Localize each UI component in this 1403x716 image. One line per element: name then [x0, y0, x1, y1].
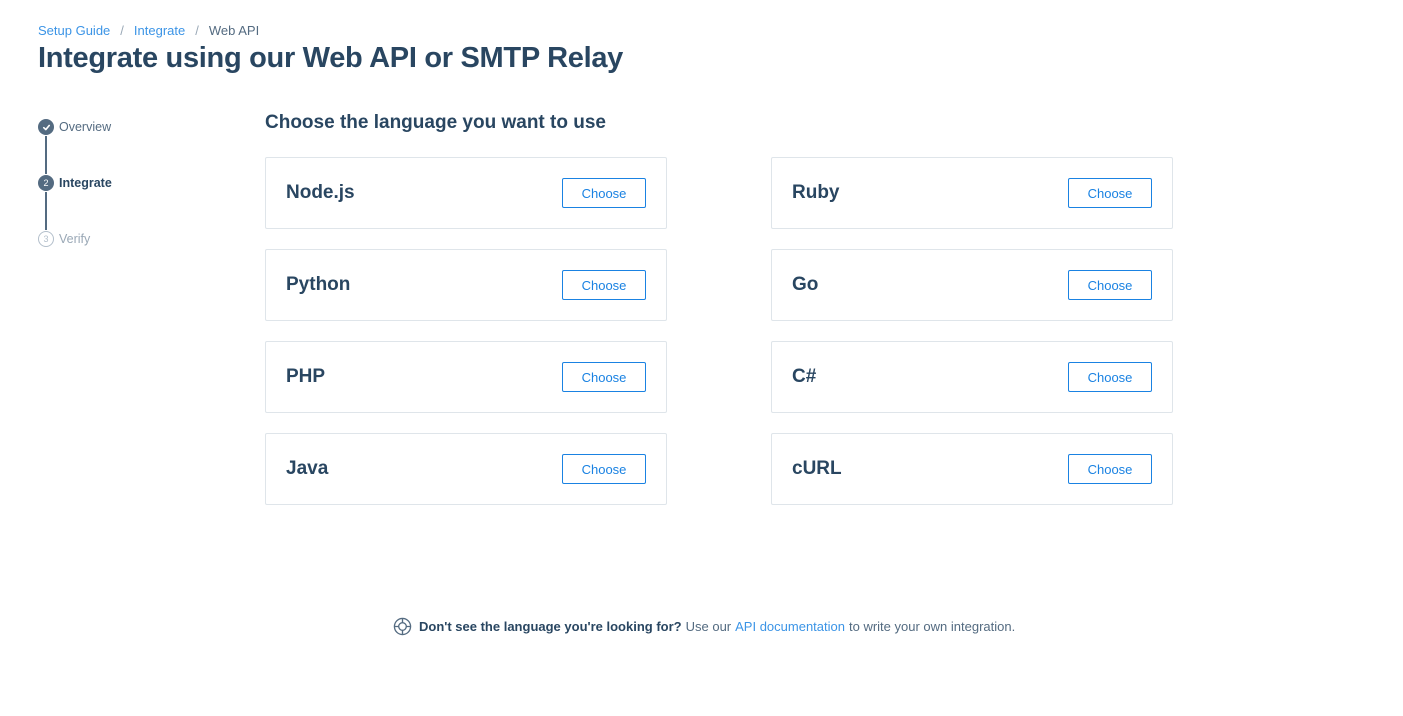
- stepper-connector: [45, 136, 47, 174]
- step-number: 3: [38, 231, 54, 247]
- language-card-curl: cURL Choose: [771, 433, 1173, 505]
- step-integrate[interactable]: 2 Integrate: [38, 174, 218, 192]
- step-label: Overview: [59, 120, 112, 134]
- step-label: Integrate: [59, 176, 112, 190]
- language-name: PHP: [286, 366, 326, 387]
- choose-csharp-button[interactable]: Choose: [1068, 362, 1152, 392]
- language-name: Node.js: [286, 182, 355, 203]
- language-card-go: Go Choose: [771, 249, 1173, 321]
- language-card-csharp: C# Choose: [771, 341, 1173, 413]
- choose-go-button[interactable]: Choose: [1068, 270, 1152, 300]
- breadcrumb-setup-guide-link[interactable]: Setup Guide: [38, 23, 110, 38]
- language-card-nodejs: Node.js Choose: [265, 157, 667, 229]
- step-verify[interactable]: 3 Verify: [38, 230, 218, 248]
- language-card-python: Python Choose: [265, 249, 667, 321]
- choose-curl-button[interactable]: Choose: [1068, 454, 1152, 484]
- language-name: Python: [286, 274, 351, 295]
- choose-php-button[interactable]: Choose: [562, 362, 646, 392]
- breadcrumb-separator: /: [120, 23, 124, 38]
- language-card-java: Java Choose: [265, 433, 667, 505]
- page-title: Integrate using our Web API or SMTP Rela…: [38, 42, 623, 74]
- section-title: Choose the language you want to use: [265, 112, 606, 133]
- language-name: Go: [792, 274, 819, 295]
- breadcrumb-current: Web API: [208, 23, 260, 38]
- step-number: 2: [38, 175, 54, 191]
- choose-java-button[interactable]: Choose: [562, 454, 646, 484]
- choose-ruby-button[interactable]: Choose: [1068, 178, 1152, 208]
- step-overview[interactable]: Overview: [38, 118, 218, 136]
- language-card-php: PHP Choose: [265, 341, 667, 413]
- language-name: C#: [792, 366, 817, 387]
- language-card-ruby: Ruby Choose: [771, 157, 1173, 229]
- lifebuoy-icon: [393, 617, 412, 636]
- choose-nodejs-button[interactable]: Choose: [562, 178, 646, 208]
- step-label: Verify: [59, 232, 91, 246]
- language-name: cURL: [792, 458, 842, 479]
- language-name: Java: [286, 458, 329, 479]
- breadcrumb: Setup Guide / Integrate / Web API: [38, 23, 259, 38]
- language-grid: Node.js Choose Ruby Choose Python Choose…: [265, 157, 1173, 505]
- help-question: Don't see the language you're looking fo…: [419, 619, 682, 634]
- help-note: Don't see the language you're looking fo…: [393, 617, 1015, 636]
- breadcrumb-integrate-link[interactable]: Integrate: [134, 23, 185, 38]
- help-prefix: Use our: [685, 619, 732, 634]
- breadcrumb-separator: /: [195, 23, 199, 38]
- language-name: Ruby: [792, 182, 840, 203]
- setup-stepper: Overview 2 Integrate 3 Verify: [38, 118, 218, 248]
- checkmark-icon: [38, 119, 54, 135]
- api-documentation-link[interactable]: API documentation: [735, 619, 845, 634]
- stepper-connector: [45, 192, 47, 230]
- help-suffix: to write your own integration.: [849, 619, 1016, 634]
- choose-python-button[interactable]: Choose: [562, 270, 646, 300]
